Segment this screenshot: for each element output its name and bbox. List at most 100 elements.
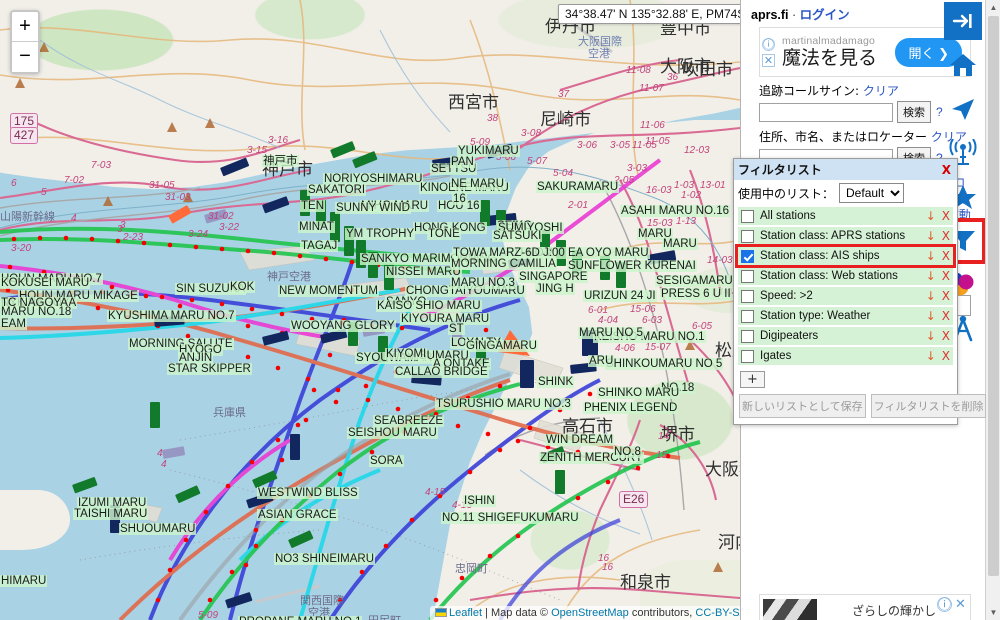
vessel-label[interactable]: ASIAN GRACE [257,509,338,521]
vessel-label[interactable]: MORNING [440,253,498,265]
delete-filter-list-button[interactable]: フィルタリストを削除 [870,394,987,418]
vessel-label[interactable]: HOU 16 [437,200,481,212]
vessel-label[interactable]: WESTWIND BLISS [257,487,359,499]
filter-item-delete-icon[interactable]: X [942,289,950,303]
vessel-label[interactable]: NO3 SHINEIMARU [274,553,376,565]
zoom-in-button[interactable]: + [12,12,38,42]
vessel-label[interactable]: KINOENE MARU [419,182,510,194]
ad-close-icon[interactable]: ✕ [762,54,775,67]
filter-panel-close-icon[interactable]: X [940,163,953,177]
vessel-label[interactable]: LOYALTY [450,337,503,349]
filter-item-move-down-icon[interactable]: ↓ [926,229,936,243]
vessel-label[interactable]: KIYOMI [385,348,428,360]
vessel-label[interactable]: HOUN MARU MIKAGE [18,290,139,302]
leaflet-link[interactable]: Leaflet [449,607,482,619]
track-callsign-clear-link[interactable]: クリア [863,84,899,98]
vessel-label[interactable]: PAN [450,156,475,168]
scroll-down-arrow-icon[interactable]: ▼ [986,605,1000,620]
vessel-label[interactable]: SYOUWAMARU [355,352,442,364]
filter-item-delete-icon[interactable]: X [942,209,950,223]
vessel-label[interactable]: SEABREEZE [373,415,445,427]
navigation-arrow-icon[interactable] [944,90,982,128]
filter-item-move-down-icon[interactable]: ↓ [926,349,936,363]
filter-item-move-down-icon[interactable]: ↓ [926,249,936,263]
license-link[interactable]: CC-BY-SA [695,607,740,619]
filter-item-checkbox[interactable] [741,349,754,363]
vessel-label[interactable]: MIHO MARU [360,200,430,212]
vessel-label[interactable]: MARU NO.18 [0,306,73,318]
filter-item[interactable]: Station class: APRS stations ↓ X [738,227,953,245]
vessel-label[interactable]: ANJIN [178,352,214,364]
filter-item-delete-icon[interactable]: X [942,349,950,363]
vessel-label[interactable]: SANYO [385,296,428,308]
vessel-label[interactable]: TONE [427,228,461,240]
filter-item[interactable]: All stations ↓ X [738,207,953,225]
filter-item[interactable]: Station type: Weather ↓ X [738,307,953,325]
vessel-label[interactable]: TC NAGOYA [0,297,69,309]
vessel-label[interactable]: KYUSHIMA MARU NO.7 [107,310,236,322]
vessel-label[interactable]: SETTSU [430,163,478,175]
filter-item-checkbox[interactable] [741,289,754,303]
page-scrollbar[interactable]: ▲ ▼ [985,0,1000,620]
vessel-label[interactable]: KOK [229,281,256,293]
filter-item[interactable]: Speed: >2 ↓ X [738,287,953,305]
vessel-label[interactable]: SIN SUZUKA [175,283,247,295]
filter-item[interactable]: Digipeaters ↓ X [738,327,953,345]
vessel-label[interactable]: KAISO SHIO MARU [376,300,482,312]
zoom-control[interactable]: + − [10,10,40,74]
vessel-label[interactable]: SUNNY WIND [335,202,411,214]
home-icon[interactable] [944,46,982,84]
vessel-label[interactable]: STAR SKIPPER [167,363,252,375]
vessel-label[interactable]: SUMARU [418,350,470,362]
vessel-label[interactable]: NORIYOSHIMARU [323,173,424,185]
save-as-new-list-button[interactable]: 新しいリストとして保存 [739,394,866,418]
filter-item-checkbox[interactable] [741,269,754,283]
vessel-label[interactable]: A ONTAKE [432,358,491,370]
ad-info-icon[interactable]: ⓘ [762,38,775,51]
sidebar-collapse-icon[interactable] [944,2,982,40]
vessel-label[interactable]: YUKIMARU [457,145,520,157]
filter-item[interactable]: Station class: Web stations ↓ X [738,267,953,285]
vessel-label[interactable]: IZUMI MARU [77,497,148,509]
osm-link[interactable]: OpenStreetMap [551,607,629,619]
zoom-out-button[interactable]: − [12,42,38,72]
vessel-label[interactable]: MARU NO.3 [450,277,516,289]
filter-item-move-down-icon[interactable]: ↓ [926,209,936,223]
filter-item-delete-icon[interactable]: X [942,309,950,323]
vessel-label[interactable]: TAGAJ [300,240,339,252]
filter-item[interactable]: Igates ↓ X [738,347,953,365]
filter-item-move-down-icon[interactable]: ↓ [926,329,936,343]
filter-item-checkbox[interactable] [741,249,754,263]
vessel-label[interactable]: NISSEI MARU [385,266,462,278]
filter-item-move-down-icon[interactable]: ↓ [926,269,936,283]
vessel-label[interactable]: EAM [0,318,27,330]
scrollbar-thumb[interactable] [988,16,999,576]
filter-item-move-down-icon[interactable]: ↓ [926,309,936,323]
vessel-label[interactable]: 16 [452,193,467,205]
vessel-label[interactable]: KOKUSEI MARU [0,277,91,289]
scroll-up-arrow-icon[interactable]: ▲ [986,0,1000,15]
vessel-label[interactable]: CALLAO BRIDGE [394,366,489,378]
vessel-label[interactable]: HYOGO [178,344,223,356]
vessel-label[interactable]: ST [448,323,465,335]
filter-list-select[interactable]: Default [839,183,905,203]
add-filter-button[interactable]: + [740,371,765,388]
map-canvas[interactable]: 西宮市尼崎市伊丹市豊中市吹田市大阪市大阪国際空港神戸市松原堺市高石市大阪狭和泉市… [0,0,740,620]
filter-item-checkbox[interactable] [741,309,754,323]
vessel-label[interactable]: TAIYOUMARU [448,285,526,297]
vessel-label[interactable]: SANKYO MARU [360,253,447,265]
vessel-label[interactable]: SEISHOU MARU [347,427,438,439]
vessel-label[interactable]: MORNING SALUTE [128,338,234,350]
filter-item-delete-icon[interactable]: X [942,229,950,243]
filter-item-delete-icon[interactable]: X [942,249,950,263]
vessel-label[interactable]: HONG KONG [413,222,487,234]
vessel-label[interactable]: HIMARU [0,575,48,587]
filter-item-checkbox[interactable] [741,229,754,243]
vessel-label[interactable]: KIYOURA MARU [400,313,491,325]
vessel-label[interactable]: MINAT [298,221,335,233]
filter-item-delete-icon[interactable]: X [942,329,950,343]
filter-item[interactable]: Station class: AIS ships ↓ X [735,244,956,268]
track-callsign-search-button[interactable]: 検索 [897,101,931,123]
vessel-label[interactable]: TEN [300,200,325,212]
vessel-label[interactable]: NEW MOMENTUM [278,285,380,297]
